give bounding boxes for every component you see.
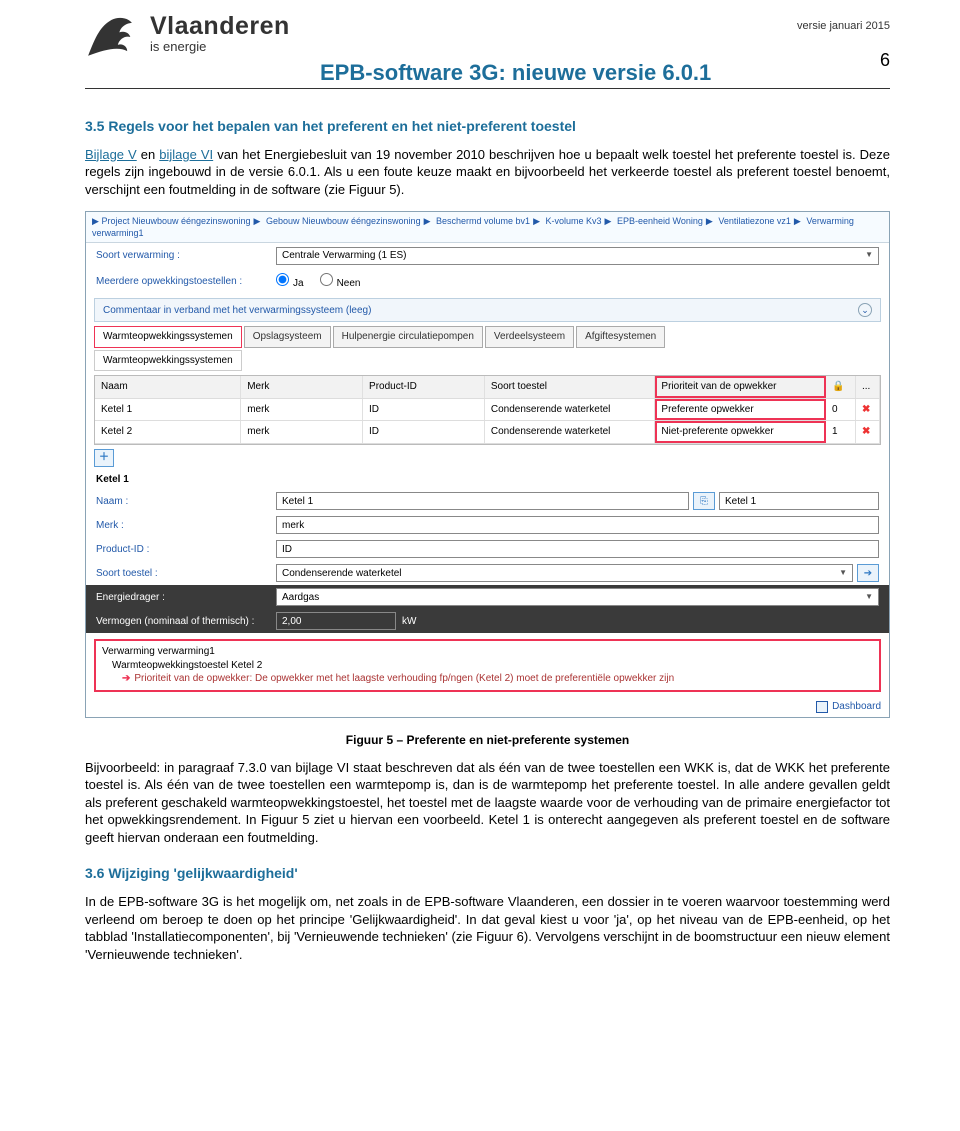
tab-hulpenergie[interactable]: Hulpenergie circulatiepompen	[333, 326, 483, 348]
delete-icon[interactable]: ✖	[862, 425, 870, 439]
label-meerdere-opwekkers: Meerdere opwekkingstoestellen :	[96, 275, 276, 289]
version-meta: versie januari 2015	[797, 20, 890, 32]
radio-ja[interactable]: Ja	[276, 273, 304, 291]
validation-error-box: Verwarming verwarming1 Warmteopwekkingst…	[94, 639, 881, 692]
opwekker-table: Naam Merk Product-ID Soort toestel Prior…	[94, 375, 881, 445]
logo	[85, 12, 150, 67]
dashboard-icon[interactable]	[816, 701, 828, 713]
chevron-down-icon: ▼	[839, 568, 847, 579]
input-merk[interactable]: merk	[276, 516, 879, 534]
tabstrip: Warmteopwekkingssystemen Opslagsysteem H…	[94, 326, 881, 348]
expand-icon[interactable]: ⌄	[858, 303, 872, 317]
breadcrumb-item[interactable]: Gebouw Nieuwbouw ééngezinswoning	[266, 216, 421, 226]
select-soort-toestel[interactable]: Condenserende waterketel▼	[276, 564, 853, 582]
breadcrumb-item[interactable]: Beschermd volume bv1	[436, 216, 530, 226]
page-header: Vlaanderen is energie EPB-software 3G: n…	[85, 0, 890, 89]
screenshot-figure-5: ▶ Project Nieuwbouw ééngezinswoning▶ Geb…	[85, 211, 890, 719]
breadcrumb: ▶ Project Nieuwbouw ééngezinswoning▶ Geb…	[86, 212, 889, 243]
readonly-naam: Ketel 1	[719, 492, 879, 510]
label-vermogen: Vermogen (nominaal of thermisch) :	[96, 615, 276, 629]
breadcrumb-item[interactable]: Ventilatiezone vz1	[718, 216, 791, 226]
label-soort-verwarming: Soort verwarming :	[96, 249, 276, 263]
brand-tagline: is energie	[150, 39, 797, 54]
copy-button[interactable]: ⎘	[693, 492, 715, 510]
tab-afgifte[interactable]: Afgiftesystemen	[576, 326, 665, 348]
breadcrumb-item[interactable]: EPB-eenheid Woning	[617, 216, 703, 226]
label-productid: Product-ID :	[96, 543, 276, 557]
breadcrumb-item[interactable]: K-volume Kv3	[546, 216, 602, 226]
section-3-6-heading: 3.6 Wijziging 'gelijkwaardigheid'	[85, 864, 890, 883]
input-naam[interactable]: Ketel 1	[276, 492, 689, 510]
tab-warmteopwekking[interactable]: Warmteopwekkingssystemen	[94, 326, 242, 348]
breadcrumb-item[interactable]: Project Nieuwbouw ééngezinswoning	[101, 216, 250, 226]
section-3-5-para2: Bijvoorbeeld: in paragraaf 7.3.0 van bij…	[85, 759, 890, 847]
tab-opslag[interactable]: Opslagsysteem	[244, 326, 331, 348]
unit-kw: kW	[402, 615, 416, 629]
section-3-6-para: In de EPB-software 3G is het mogelijk om…	[85, 893, 890, 963]
add-row-button[interactable]: ＋	[94, 449, 114, 467]
section-3-5-heading: 3.5 Regels voor het bepalen van het pref…	[85, 117, 890, 136]
table-row[interactable]: Ketel 2 merk ID Condenserende waterketel…	[95, 421, 880, 444]
select-soort-verwarming[interactable]: Centrale Verwarming (1 ES)▼	[276, 247, 879, 265]
link-bijlage-v[interactable]: Bijlage V	[85, 147, 137, 162]
chevron-down-icon: ▼	[865, 250, 873, 261]
select-energiedrager[interactable]: Aardgas▼	[276, 588, 879, 606]
figure-5-caption: Figuur 5 – Preferente en niet-preferente…	[85, 732, 890, 748]
error-text: Prioriteit van de opwekker: De opwekker …	[134, 673, 674, 684]
label-soort-toestel: Soort toestel :	[96, 567, 276, 581]
lion-logo-icon	[85, 12, 135, 62]
chevron-down-icon: ▼	[865, 592, 873, 603]
link-bijlage-vi[interactable]: bijlage VI	[159, 147, 213, 162]
col-prioriteit: Prioriteit van de opwekker	[655, 376, 826, 398]
label-energiedrager: Energiedrager :	[96, 591, 276, 605]
comment-section-header[interactable]: Commentaar in verband met het verwarming…	[94, 298, 881, 322]
label-merk: Merk :	[96, 519, 276, 533]
table-header: Naam Merk Product-ID Soort toestel Prior…	[95, 376, 880, 399]
tab-verdeel[interactable]: Verdeelsysteem	[485, 326, 574, 348]
subtab-warmteopwekking[interactable]: Warmteopwekkingssystemen	[94, 350, 242, 372]
input-vermogen[interactable]: 2,00	[276, 612, 396, 630]
input-productid[interactable]: ID	[276, 540, 879, 558]
label-naam: Naam :	[96, 495, 276, 509]
error-icon: ➔	[122, 673, 130, 684]
detail-title: Ketel 1	[96, 473, 129, 487]
radio-neen[interactable]: Neen	[320, 273, 361, 291]
page-number: 6	[797, 50, 890, 71]
arrow-button[interactable]: ➔	[857, 564, 879, 582]
dashboard-link[interactable]: Dashboard	[832, 700, 881, 714]
brand-name: Vlaanderen	[150, 12, 797, 41]
delete-icon[interactable]: ✖	[862, 403, 870, 417]
table-row[interactable]: Ketel 1 merk ID Condenserende waterketel…	[95, 399, 880, 422]
section-3-5-para1: Bijlage V en bijlage VI van het Energieb…	[85, 146, 890, 199]
lock-icon: 🔒	[826, 376, 856, 398]
doc-title: EPB-software 3G: nieuwe versie 6.0.1	[320, 60, 797, 86]
